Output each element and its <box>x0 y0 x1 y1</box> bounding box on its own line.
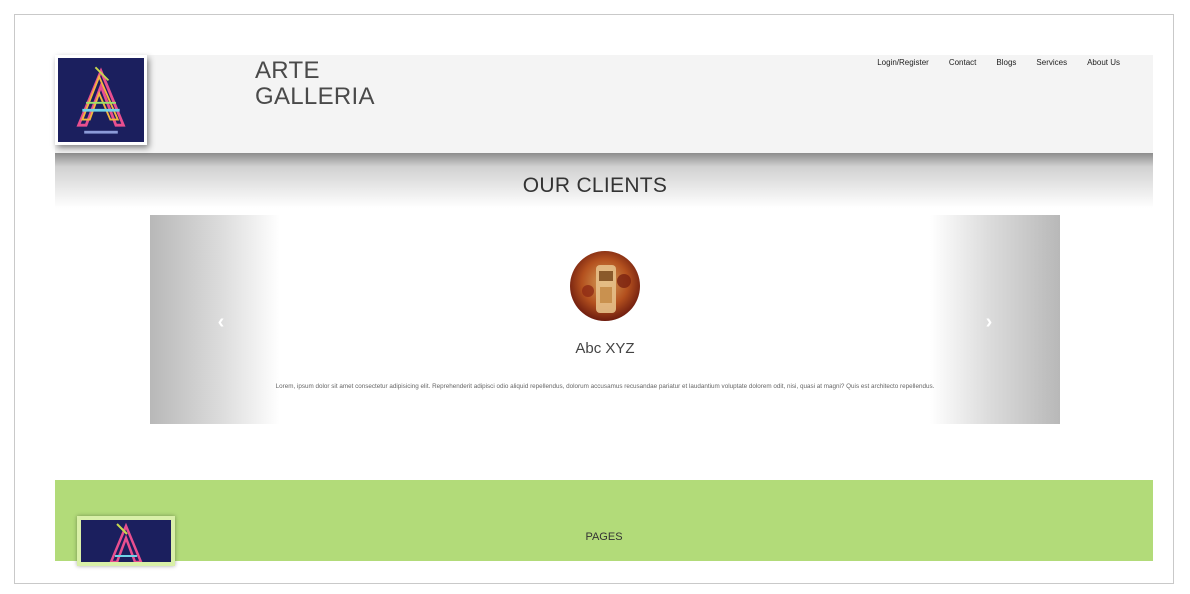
footer-pages-title: PAGES <box>585 531 623 543</box>
chevron-left-icon[interactable]: ‹ <box>211 311 231 333</box>
client-portrait-icon <box>582 265 631 313</box>
main-nav: Login/Register Contact Blogs Services Ab… <box>877 58 1120 67</box>
client-avatar <box>570 251 640 321</box>
brand-line-2: GALLERIA <box>255 83 375 110</box>
nav-services[interactable]: Services <box>1036 58 1067 67</box>
site-footer: PAGES <box>55 480 1153 566</box>
clients-section-title: OUR CLIENTS <box>522 174 668 197</box>
site-logo[interactable] <box>55 55 147 145</box>
chevron-right-icon[interactable]: › <box>979 311 999 333</box>
nav-contact[interactable]: Contact <box>949 58 977 67</box>
nav-about-us[interactable]: About Us <box>1087 58 1120 67</box>
site-header <box>55 55 1153 153</box>
brand-line-1: ARTE <box>255 57 320 84</box>
logo-a-icon <box>76 66 126 134</box>
nav-blogs[interactable]: Blogs <box>996 58 1016 67</box>
client-testimonial: Lorem, ipsum dolor sit amet consectetur … <box>275 383 935 390</box>
brand-name: ARTE GALLERIA <box>255 58 375 110</box>
client-name: Abc XYZ <box>575 340 635 357</box>
nav-login-register[interactable]: Login/Register <box>877 58 929 67</box>
clients-carousel: ‹ › Abc XYZ Lorem, ipsum dolor sit amet … <box>150 215 1060 424</box>
